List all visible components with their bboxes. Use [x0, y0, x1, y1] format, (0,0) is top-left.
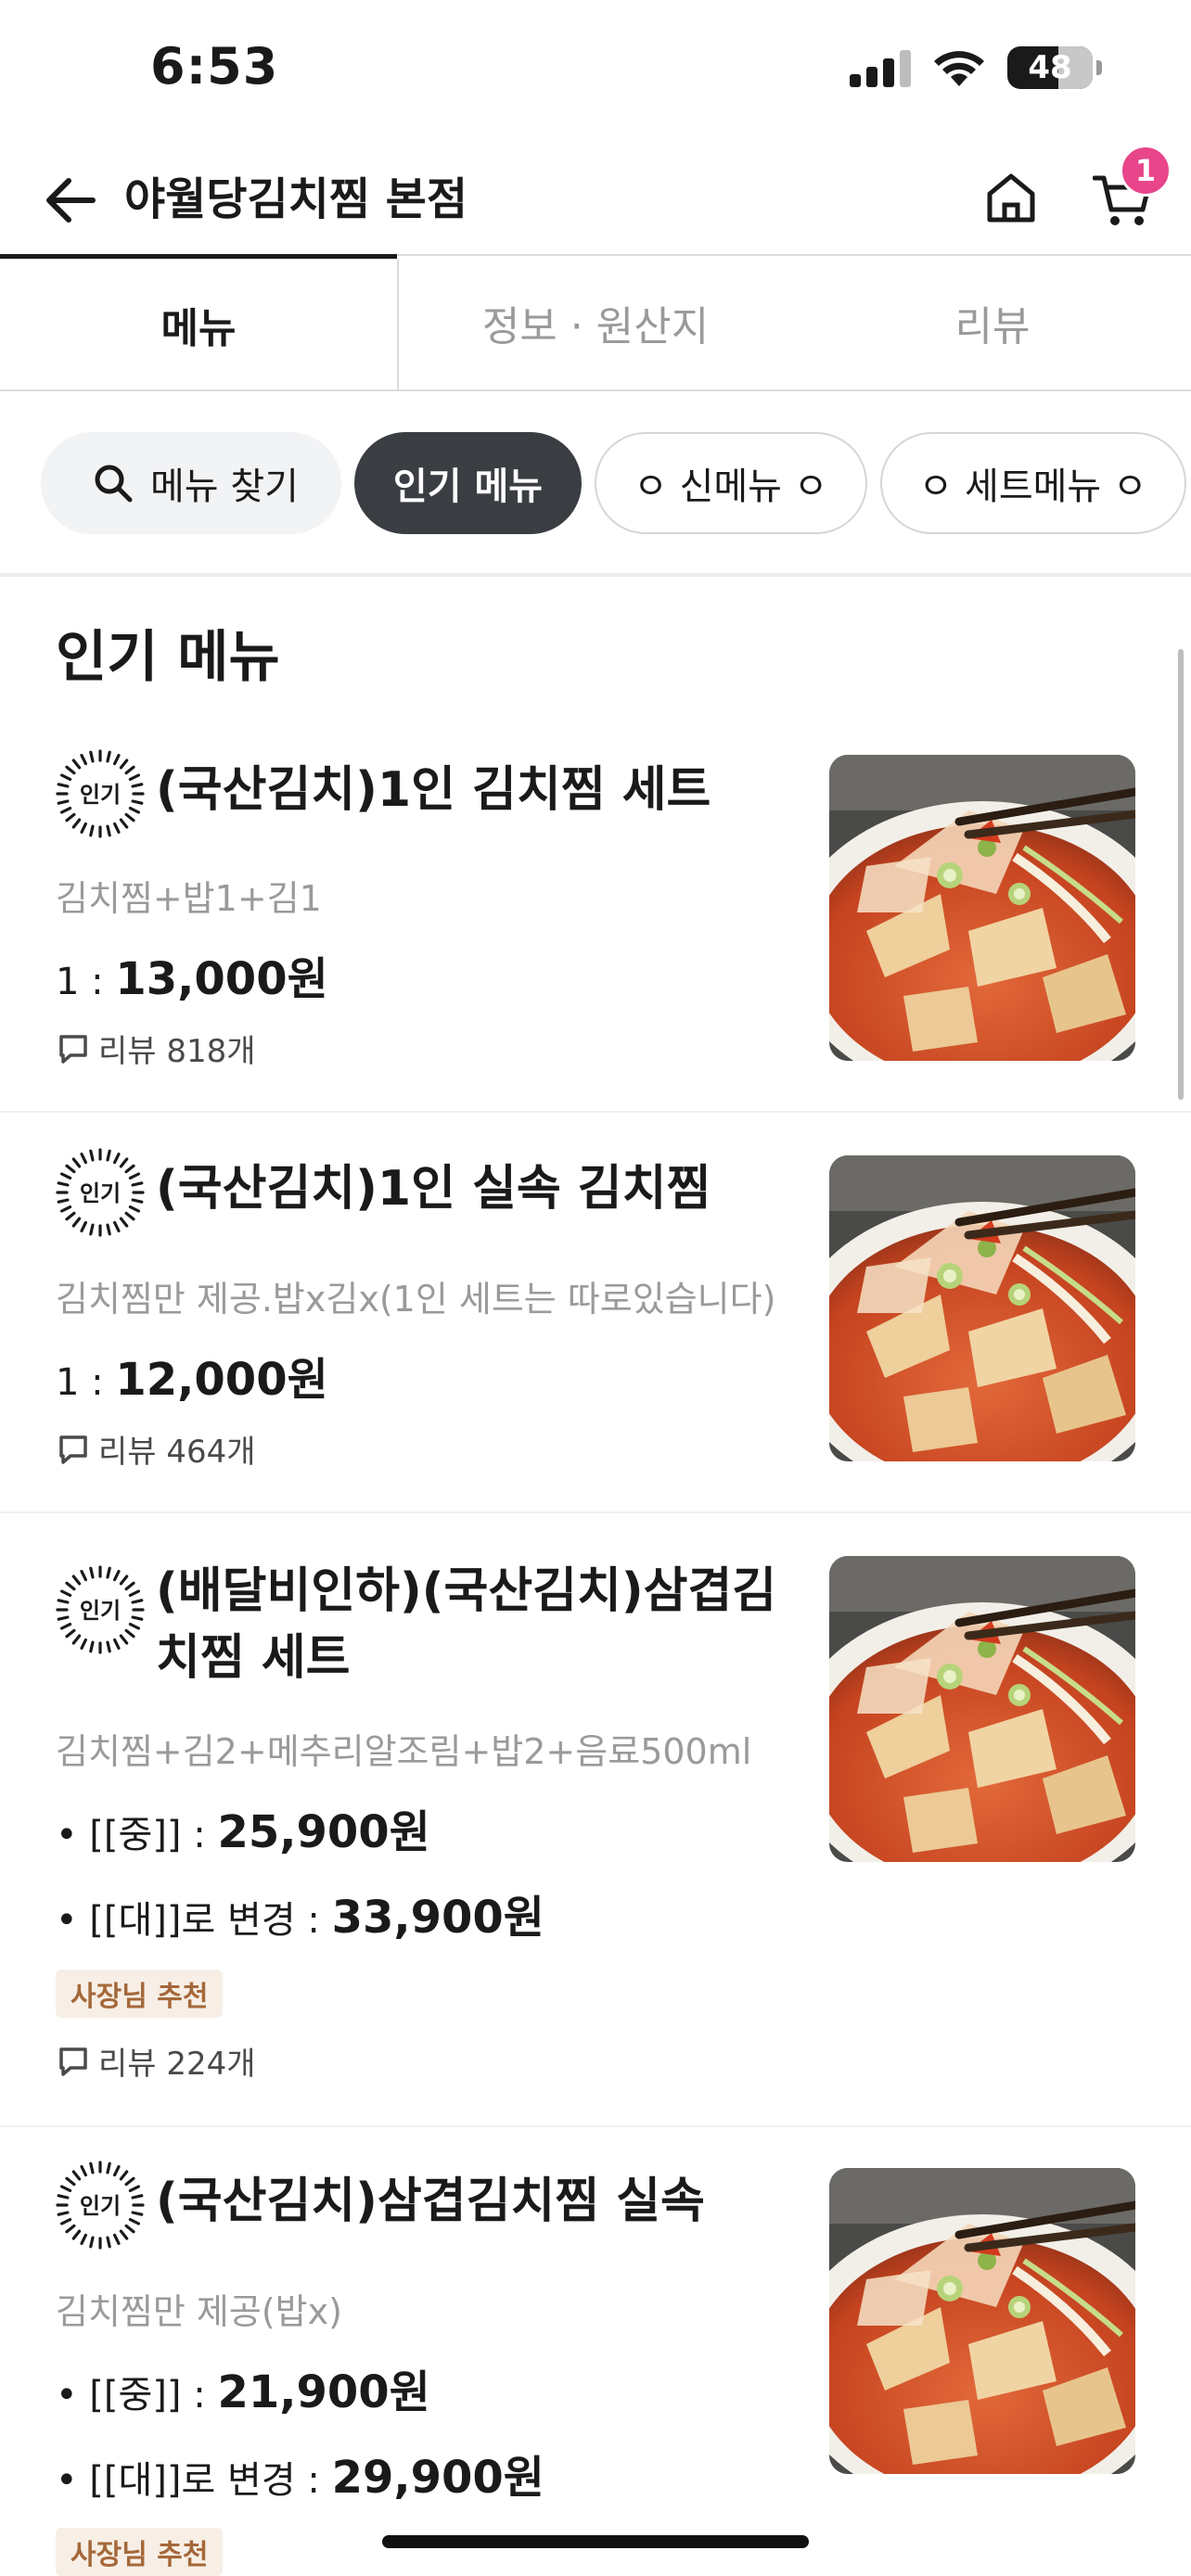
chip-new-menu[interactable]: ㅇ 신메뉴 ㅇ	[595, 432, 867, 534]
store-header: 야월당김치찜 본점	[0, 148, 1191, 250]
battery-cap	[1096, 60, 1102, 75]
owner-recommend-badge: 사장님 추천	[56, 2528, 224, 2576]
review-count-text: 리뷰 464개	[98, 1434, 256, 1471]
menu-item-description: 김치찜만 제공(밥x)	[56, 2291, 342, 2332]
tab-menu[interactable]: 메뉴	[0, 254, 399, 391]
store-tabs: 메뉴 정보 · 원산지 리뷰	[0, 254, 1191, 391]
menu-item-photo[interactable]	[829, 1556, 1135, 1862]
comment-icon	[59, 2047, 87, 2076]
wifi-icon	[934, 51, 984, 86]
menu-item-price: 1 : 13,000원	[56, 942, 328, 1007]
price-label: • [[중]] :	[56, 1814, 206, 1856]
popular-badge-icon: 인기	[56, 749, 145, 838]
price-label: • [[대]]로 변경 :	[56, 2459, 320, 2502]
signal-icon	[850, 50, 911, 87]
menu-item-description: 김치찜+김2+메추리알조림+밥2+음료500ml	[56, 1731, 752, 1772]
comment-icon	[59, 1034, 87, 1064]
menu-item[interactable]: 인기 (배달비인하)(국산김치)삼겹김치찜 세트 김치찜+김2+메추리알조림+밥…	[0, 1513, 1191, 2127]
menu-item-description: 김치찜만 제공.밥x김x(1인 세트는 따로있습니다)	[56, 1279, 776, 1320]
review-count: 리뷰 224개	[58, 2038, 256, 2084]
popular-badge-icon: 인기	[56, 1565, 145, 1654]
menu-item-name: (국산김치)1인 김치찜 세트	[156, 762, 711, 818]
tab-reviews[interactable]: 리뷰	[794, 254, 1191, 389]
menu-item-photo[interactable]	[829, 2168, 1135, 2474]
menu-item-name: (배달비인하)(국산김치)삼겹김치찜 세트	[156, 1563, 777, 1686]
svg-text:인기: 인기	[80, 1598, 121, 1624]
svg-text:인기: 인기	[80, 2193, 121, 2219]
menu-item-photo[interactable]	[829, 755, 1135, 1061]
price-amount: 12,000원	[115, 1354, 328, 1406]
cart-count-badge: 1	[1120, 145, 1172, 197]
battery-level: 48	[1028, 49, 1072, 86]
status-time: 6:53	[150, 37, 279, 96]
popular-badge-icon: 인기	[56, 1148, 145, 1237]
status-bar: 6:53 48	[0, 0, 1191, 139]
price-amount: 29,900원	[331, 2452, 544, 2504]
menu-item-price: 1 : 12,000원	[56, 1343, 328, 1408]
menu-item-photo[interactable]	[829, 1155, 1135, 1461]
price-label: 1 :	[56, 961, 104, 1003]
arrow-left-icon	[46, 178, 96, 223]
review-count-text: 리뷰 224개	[98, 2046, 256, 2083]
category-chips: 메뉴 찾기 인기 메뉴 ㅇ 신메뉴 ㅇ ㅇ 세트메뉴 ㅇ ㅇ	[41, 432, 1191, 534]
svg-text:인기: 인기	[80, 782, 121, 808]
price-amount: 21,900원	[217, 2366, 430, 2418]
review-count-text: 리뷰 818개	[98, 1033, 256, 1070]
menu-search-label: 메뉴 찾기	[150, 465, 299, 508]
chip-set-menu[interactable]: ㅇ 세트메뉴 ㅇ	[879, 432, 1186, 534]
price-label: 1 :	[56, 1361, 104, 1404]
menu-item-price: • [[중]] : 21,900원	[56, 2355, 430, 2420]
price-label: • [[대]]로 변경 :	[56, 1899, 320, 1942]
menu-item-name: (국산김치)삼겹김치찜 실속	[156, 2174, 705, 2229]
comment-icon	[59, 1435, 87, 1464]
menu-item[interactable]: 인기 (국산김치)1인 실속 김치찜 김치찜만 제공.밥x김x(1인 세트는 따…	[0, 1113, 1191, 1513]
menu-item-description: 김치찜+밥1+김1	[56, 878, 322, 919]
menu-item-price: • [[대]]로 변경 : 33,900원	[56, 1881, 544, 1945]
svg-text:인기: 인기	[80, 1180, 121, 1206]
tab-info-origin[interactable]: 정보 · 원산지	[397, 254, 794, 389]
price-label: • [[중]] :	[56, 2374, 206, 2417]
menu-item-price: • [[대]]로 변경 : 29,900원	[56, 2441, 544, 2506]
owner-recommend-badge: 사장님 추천	[56, 1970, 224, 2018]
menu-item-name: (국산김치)1인 실속 김치찜	[156, 1161, 711, 1217]
chip-popular-menu[interactable]: 인기 메뉴	[353, 432, 583, 534]
price-amount: 25,900원	[217, 1806, 430, 1858]
section-divider	[0, 573, 1191, 577]
price-amount: 13,000원	[115, 953, 328, 1005]
home-icon	[987, 173, 1035, 223]
review-count: 리뷰 464개	[58, 1426, 256, 1472]
popular-badge-icon: 인기	[56, 2161, 145, 2250]
status-icons: 48	[850, 46, 1102, 89]
menu-item[interactable]: 인기 (국산김치)1인 김치찜 세트 김치찜+밥1+김1 1 : 13,000원…	[0, 733, 1191, 1113]
home-button[interactable]	[974, 161, 1048, 236]
menu-item-price: • [[중]] : 25,900원	[56, 1795, 430, 1860]
review-count: 리뷰 818개	[58, 1026, 256, 1071]
section-title: 인기 메뉴	[56, 625, 280, 690]
back-button[interactable]	[37, 167, 104, 234]
price-amount: 33,900원	[331, 1892, 544, 1944]
search-icon	[95, 465, 133, 503]
menu-search-chip[interactable]: 메뉴 찾기	[41, 432, 341, 534]
store-title: 야월당김치찜 본점	[124, 173, 467, 225]
battery-indicator: 48	[1007, 46, 1093, 89]
home-indicator[interactable]	[382, 2535, 809, 2548]
menu-item[interactable]: 인기 (국산김치)삼겹김치찜 실속 김치찜만 제공(밥x) • [[중]] : …	[0, 2127, 1191, 2576]
